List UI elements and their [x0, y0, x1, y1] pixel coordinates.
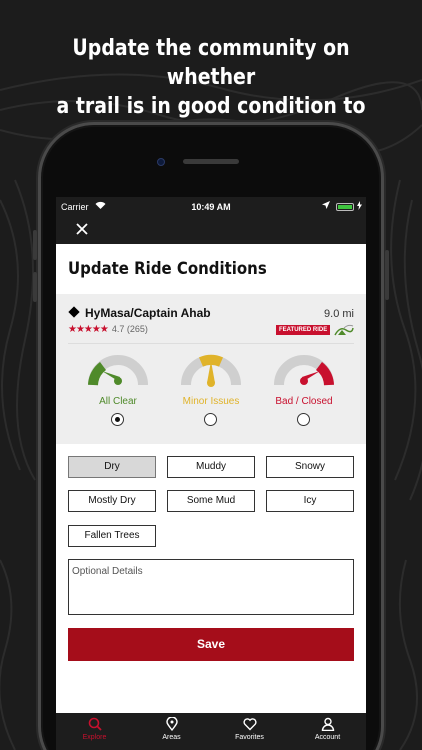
navigation-bar	[56, 217, 366, 244]
trail-rating: ★★★★★ 4.7 (265)	[68, 324, 148, 335]
condition-minor-issues[interactable]: Minor Issues	[166, 353, 256, 433]
condition-bad-closed[interactable]: Bad / Closed	[259, 353, 349, 433]
tab-account[interactable]: Account	[289, 717, 366, 750]
tab-label: Favorites	[235, 734, 264, 741]
battery-icon	[336, 203, 354, 211]
condition-radio[interactable]	[111, 413, 124, 426]
chip-snowy[interactable]: Snowy	[266, 456, 354, 478]
condition-label: All Clear	[99, 396, 137, 407]
location-arrow-icon	[322, 201, 330, 211]
status-time: 10:49 AM	[191, 202, 231, 212]
tab-label: Explore	[82, 734, 107, 741]
tab-bar: Explore Areas Favorites Account	[56, 713, 366, 750]
gauge-bad-icon	[274, 355, 334, 386]
featured-trail-icon	[334, 324, 354, 336]
search-icon	[88, 717, 102, 731]
phone-camera	[157, 158, 165, 166]
user-icon	[321, 717, 334, 731]
status-bar: Carrier 10:49 AM	[56, 197, 366, 217]
close-icon	[76, 223, 88, 235]
phone-volume-button	[33, 230, 37, 260]
chip-icy[interactable]: Icy	[266, 490, 354, 512]
rating-count: (265)	[126, 324, 148, 334]
charging-icon	[357, 201, 362, 212]
tab-label: Areas	[162, 734, 181, 741]
save-button[interactable]: Save	[68, 628, 354, 661]
rating-stars-icon: ★★★★★	[68, 324, 109, 335]
chip-some-mud[interactable]: Some Mud	[167, 490, 255, 512]
trail-distance: 9.0 mi	[324, 308, 354, 320]
difficulty-black-diamond-icon	[68, 306, 80, 318]
chip-dry[interactable]: Dry	[68, 456, 156, 478]
panel-divider	[68, 343, 354, 344]
tab-label: Account	[314, 734, 341, 741]
tab-explore[interactable]: Explore	[56, 717, 133, 750]
tab-areas[interactable]: Areas	[133, 717, 210, 750]
phone-speaker	[183, 159, 239, 164]
map-pin-icon	[165, 717, 178, 731]
trail-name[interactable]: HyMasa/Captain Ahab	[68, 306, 211, 320]
headline-line-1: Update the community on whether	[72, 36, 350, 90]
chip-fallen-trees[interactable]: Fallen Trees	[68, 525, 156, 547]
chip-mostly-dry[interactable]: Mostly Dry	[68, 490, 156, 512]
phone-volume-button	[33, 272, 37, 302]
optional-details-field[interactable]: Optional Details	[68, 559, 354, 615]
condition-radio[interactable]	[297, 413, 310, 426]
phone-power-button	[385, 250, 389, 300]
heart-icon	[242, 718, 257, 731]
condition-all-clear[interactable]: All Clear	[73, 353, 163, 433]
gauge-medium-icon	[181, 354, 241, 387]
gauge-good-icon	[88, 355, 148, 386]
condition-label: Bad / Closed	[275, 396, 333, 407]
rating-value: 4.7	[111, 324, 125, 334]
condition-label: Minor Issues	[182, 396, 240, 407]
app-screen: Carrier 10:49 AM Update Ride Conditions …	[56, 197, 366, 750]
trail-name-text: HyMasa/Captain Ahab	[85, 306, 211, 320]
tab-favorites[interactable]: Favorites	[211, 717, 288, 750]
close-button[interactable]	[71, 218, 93, 240]
featured-ride-badge: FEATURED RIDE	[276, 325, 331, 335]
condition-radio[interactable]	[204, 413, 217, 426]
chip-muddy[interactable]: Muddy	[167, 456, 255, 478]
page-title: Update Ride Conditions	[68, 259, 267, 279]
